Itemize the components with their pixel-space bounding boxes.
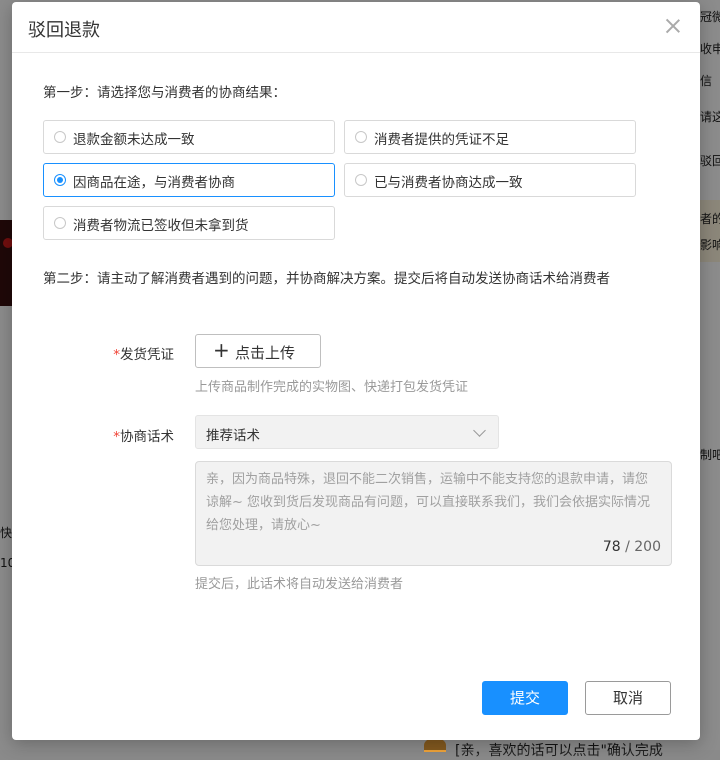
- char-max: 200: [634, 539, 661, 555]
- required-mark: *: [113, 429, 120, 445]
- radio-icon-checked[interactable]: [54, 174, 66, 186]
- script-hint: 提交后，此话术将自动发送给消费者: [195, 577, 404, 592]
- upload-label: 点击上传: [235, 344, 296, 362]
- dialog-header: 驳回退款: [12, 2, 700, 53]
- option-goods-in-transit[interactable]: 因商品在途，与消费者协商: [43, 163, 335, 197]
- char-count: 78: [602, 539, 621, 555]
- upload-hint: 上传商品制作完成的实物图、快递打包发货凭证: [195, 380, 469, 395]
- step1-label: 第一步：请选择您与消费者的协商结果：: [43, 85, 286, 101]
- counter-separator: /: [625, 539, 630, 555]
- option-amount-disagreement[interactable]: 退款金额未达成一致: [43, 120, 335, 154]
- step2-label: 第二步：请主动了解消费者遇到的问题，并协商解决方案。提交后将自动发送协商话术给消…: [43, 271, 610, 287]
- radio-icon[interactable]: [355, 131, 367, 143]
- chevron-down-icon: [473, 424, 486, 437]
- radio-icon[interactable]: [355, 174, 367, 186]
- option-agreement-reached[interactable]: 已与消费者协商达成一致: [344, 163, 636, 197]
- cancel-button[interactable]: 取消: [585, 681, 671, 715]
- proof-label-text: 发货凭证: [120, 347, 174, 363]
- option-label: 已与消费者协商达成一致: [374, 175, 523, 191]
- plus-icon: +: [213, 338, 230, 362]
- required-mark: *: [113, 347, 120, 363]
- radio-icon[interactable]: [54, 217, 66, 229]
- option-label: 消费者物流已签收但未拿到货: [73, 218, 249, 234]
- option-insufficient-proof[interactable]: 消费者提供的凭证不足: [344, 120, 636, 154]
- select-value: 推荐话术: [206, 428, 260, 444]
- script-label-text: 协商话术: [120, 429, 174, 445]
- submit-button[interactable]: 提交: [482, 681, 568, 715]
- proof-label: *发货凭证: [94, 343, 174, 363]
- option-label: 因商品在途，与消费者协商: [73, 175, 235, 191]
- reject-refund-dialog: 驳回退款 第一步：请选择您与消费者的协商结果： 退款金额未达成一致 消费者提供的…: [12, 2, 700, 740]
- option-label: 消费者提供的凭证不足: [374, 132, 509, 148]
- option-signed-not-received[interactable]: 消费者物流已签收但未拿到货: [43, 206, 335, 240]
- option-label: 退款金额未达成一致: [73, 132, 195, 148]
- script-text: 亲，因为商品特殊，退回不能二次销售，运输中不能支持您的退款申请，请您谅解~ 您收…: [206, 472, 651, 533]
- dialog-title: 驳回退款: [28, 20, 100, 41]
- radio-icon[interactable]: [54, 131, 66, 143]
- close-icon[interactable]: [662, 15, 684, 37]
- script-select[interactable]: 推荐话术: [195, 415, 499, 449]
- char-counter: 78 / 200: [603, 539, 661, 555]
- script-label: *协商话术: [94, 425, 174, 445]
- upload-button[interactable]: + 点击上传: [195, 334, 321, 368]
- script-textarea[interactable]: 亲，因为商品特殊，退回不能二次销售，运输中不能支持您的退款申请，请您谅解~ 您收…: [195, 461, 672, 566]
